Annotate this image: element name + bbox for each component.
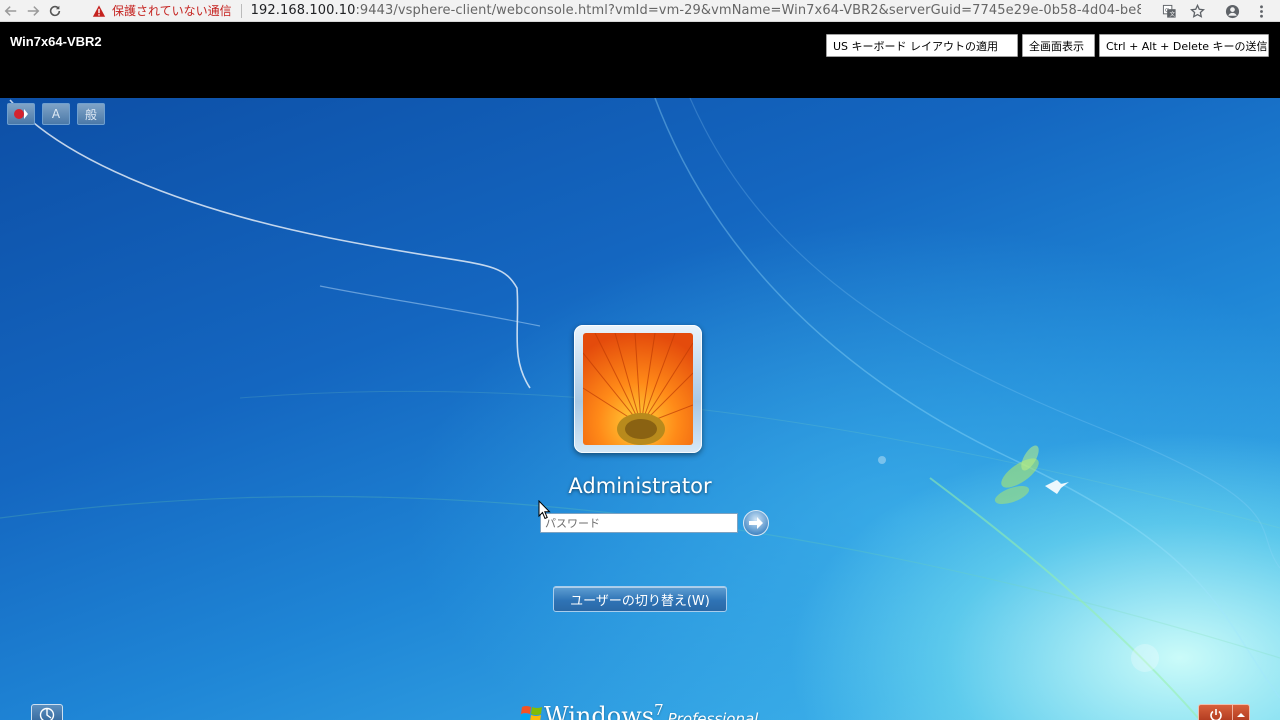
- windows-word: Windows: [544, 702, 655, 720]
- mouse-cursor-icon: [538, 500, 551, 520]
- reload-icon[interactable]: [44, 1, 66, 21]
- address-bar[interactable]: 保護されていない通信 192.168.100.10:9443/vsphere-c…: [92, 1, 1202, 21]
- shutdown-button[interactable]: [1198, 704, 1250, 720]
- switch-user-button[interactable]: ユーザーの切り替え(W): [553, 586, 727, 612]
- back-icon[interactable]: [0, 1, 22, 21]
- security-warning-text[interactable]: 保護されていない通信: [112, 2, 232, 19]
- windows-branding: Windows7 Professional: [520, 701, 758, 720]
- menu-icon[interactable]: [1250, 1, 1272, 21]
- windows-wordmark: Windows7: [544, 701, 664, 720]
- star-icon[interactable]: [1186, 1, 1208, 21]
- user-avatar-frame[interactable]: [574, 325, 702, 453]
- windows-flag-icon: [520, 706, 542, 720]
- windows-edition: Professional: [667, 710, 759, 720]
- user-avatar: [583, 333, 693, 445]
- ease-of-access-icon: [39, 707, 55, 720]
- ease-of-access-button[interactable]: [31, 704, 63, 720]
- power-icon[interactable]: [1199, 705, 1234, 720]
- shutdown-options-chevron-icon[interactable]: [1233, 705, 1249, 720]
- user-name: Administrator: [568, 474, 712, 498]
- url-path: :9443/vsphere-client/webconsole.html?vmI…: [355, 3, 1141, 18]
- svg-text:文: 文: [1169, 10, 1175, 18]
- arrow-right-icon: [749, 517, 763, 529]
- guest-screen[interactable]: A 般 Administrator ユーザーの切り替え(W) Windows7 …: [0, 98, 1280, 720]
- ime-name-button[interactable]: 般: [77, 103, 105, 125]
- login-arrow-button[interactable]: [743, 510, 769, 536]
- browser-toolbar: 保護されていない通信 192.168.100.10:9443/vsphere-c…: [0, 0, 1280, 22]
- vm-name: Win7x64-VBR2: [10, 34, 102, 49]
- ime-mode-button[interactable]: A: [42, 103, 70, 125]
- url-host: 192.168.100.10: [250, 3, 356, 18]
- omnibox-divider: [240, 3, 242, 18]
- console-header: Win7x64-VBR2 US キーボード レイアウトの適用 全画面表示 Ctr…: [0, 22, 1280, 98]
- forward-icon[interactable]: [22, 1, 44, 21]
- translate-icon[interactable]: G文: [1158, 1, 1180, 21]
- windows-version: 7: [654, 701, 664, 719]
- warning-icon: [92, 4, 106, 17]
- url-text[interactable]: 192.168.100.10:9443/vsphere-client/webco…: [251, 3, 1141, 18]
- password-field[interactable]: [540, 513, 738, 533]
- input-language-icon[interactable]: [7, 103, 35, 125]
- fullscreen-button[interactable]: 全画面表示: [1022, 34, 1095, 57]
- send-ctrl-alt-delete-button[interactable]: Ctrl + Alt + Delete キーの送信: [1099, 34, 1269, 57]
- account-icon[interactable]: [1221, 1, 1243, 21]
- us-keyboard-layout-button[interactable]: US キーボード レイアウトの適用: [826, 34, 1018, 57]
